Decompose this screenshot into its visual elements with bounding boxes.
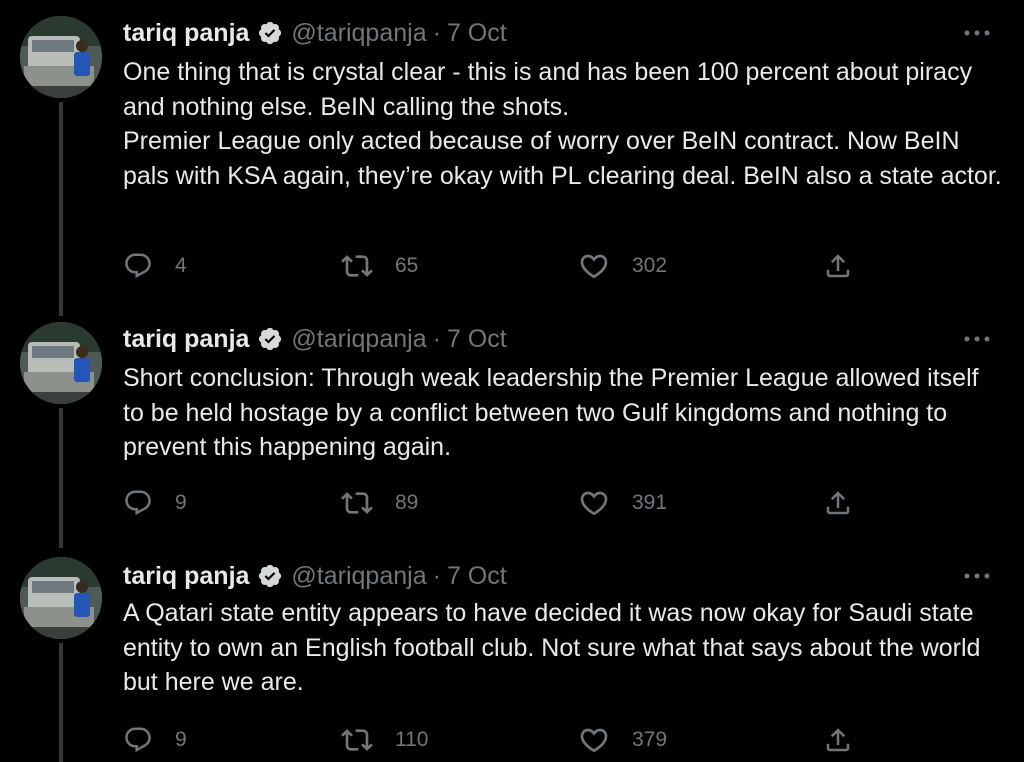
- tweet-text: A Qatari state entity appears to have de…: [123, 599, 988, 696]
- heart-icon: [578, 250, 610, 282]
- author-handle[interactable]: @tariqpanja: [291, 325, 426, 354]
- author-handle[interactable]: @tariqpanja: [291, 19, 426, 48]
- like-button[interactable]: 379: [578, 720, 667, 760]
- share-icon: [823, 251, 853, 281]
- tweet-actions: 9 110 379: [123, 720, 883, 760]
- more-options-icon[interactable]: [960, 324, 994, 354]
- heart-icon: [578, 487, 610, 519]
- reply-icon: [123, 488, 153, 518]
- reply-icon: [123, 725, 153, 755]
- tweet-date[interactable]: 7 Oct: [447, 325, 507, 354]
- share-button[interactable]: [823, 246, 853, 286]
- share-icon: [823, 725, 853, 755]
- tweet-text: One thing that is crystal clear - this i…: [123, 58, 1002, 190]
- tweet-header: tariq panja @tariqpanja · 7 Oct: [123, 559, 994, 593]
- like-button[interactable]: 302: [578, 246, 667, 286]
- retweet-button[interactable]: 110: [341, 720, 428, 760]
- retweet-count: 89: [395, 491, 419, 514]
- separator-dot: ·: [432, 18, 441, 47]
- more-options-icon[interactable]: [960, 561, 994, 591]
- tweet-date[interactable]: 7 Oct: [447, 19, 507, 48]
- reply-button[interactable]: 9: [123, 720, 187, 760]
- tweet-text: Short conclusion: Through weak leadershi…: [123, 364, 986, 461]
- retweet-button[interactable]: 89: [341, 483, 418, 523]
- thread-connector-line: [59, 643, 63, 762]
- retweet-count: 110: [395, 728, 429, 751]
- tweet-header: tariq panja @tariqpanja · 7 Oct: [123, 322, 994, 356]
- verified-badge-icon: [257, 20, 283, 46]
- author-handle[interactable]: @tariqpanja: [291, 562, 426, 591]
- heart-icon: [578, 724, 610, 756]
- retweet-icon: [341, 487, 373, 519]
- retweet-icon: [341, 250, 373, 282]
- more-options-icon[interactable]: [960, 18, 994, 48]
- like-count: 302: [632, 254, 668, 277]
- tweet-date[interactable]: 7 Oct: [447, 562, 507, 591]
- reply-button[interactable]: 4: [123, 246, 187, 286]
- verified-badge-icon: [257, 563, 283, 589]
- author-name[interactable]: tariq panja: [123, 19, 249, 48]
- share-button[interactable]: [823, 720, 853, 760]
- tweet[interactable]: tariq panja @tariqpanja · 7 Oct Short co…: [0, 300, 1024, 548]
- share-button[interactable]: [823, 483, 853, 523]
- avatar[interactable]: [20, 557, 102, 639]
- separator-dot: ·: [432, 561, 441, 590]
- thread-connector-line: [59, 102, 63, 316]
- reply-count: 4: [175, 254, 187, 277]
- retweet-icon: [341, 724, 373, 756]
- avatar[interactable]: [20, 322, 102, 404]
- like-count: 391: [632, 491, 668, 514]
- tweet[interactable]: tariq panja @tariqpanja · 7 Oct One thin…: [0, 0, 1024, 316]
- retweet-button[interactable]: 65: [341, 246, 418, 286]
- reply-button[interactable]: 9: [123, 483, 187, 523]
- reply-count: 9: [175, 728, 187, 751]
- retweet-count: 65: [395, 254, 419, 277]
- separator-dot: ·: [432, 324, 441, 353]
- tweet[interactable]: tariq panja @tariqpanja · 7 Oct A Qatari…: [0, 537, 1024, 762]
- verified-badge-icon: [257, 326, 283, 352]
- thread-connector-line: [59, 408, 63, 548]
- reply-count: 9: [175, 491, 187, 514]
- tweet-actions: 9 89 391: [123, 483, 883, 523]
- tweet-header: tariq panja @tariqpanja · 7 Oct: [123, 16, 994, 50]
- like-button[interactable]: 391: [578, 483, 667, 523]
- tweet-actions: 4 65 302: [123, 246, 883, 286]
- tweet-thread: tariq panja @tariqpanja · 7 Oct One thin…: [0, 0, 1024, 762]
- author-name[interactable]: tariq panja: [123, 325, 249, 354]
- reply-icon: [123, 251, 153, 281]
- share-icon: [823, 488, 853, 518]
- avatar[interactable]: [20, 16, 102, 98]
- author-name[interactable]: tariq panja: [123, 562, 249, 591]
- like-count: 379: [632, 728, 668, 751]
